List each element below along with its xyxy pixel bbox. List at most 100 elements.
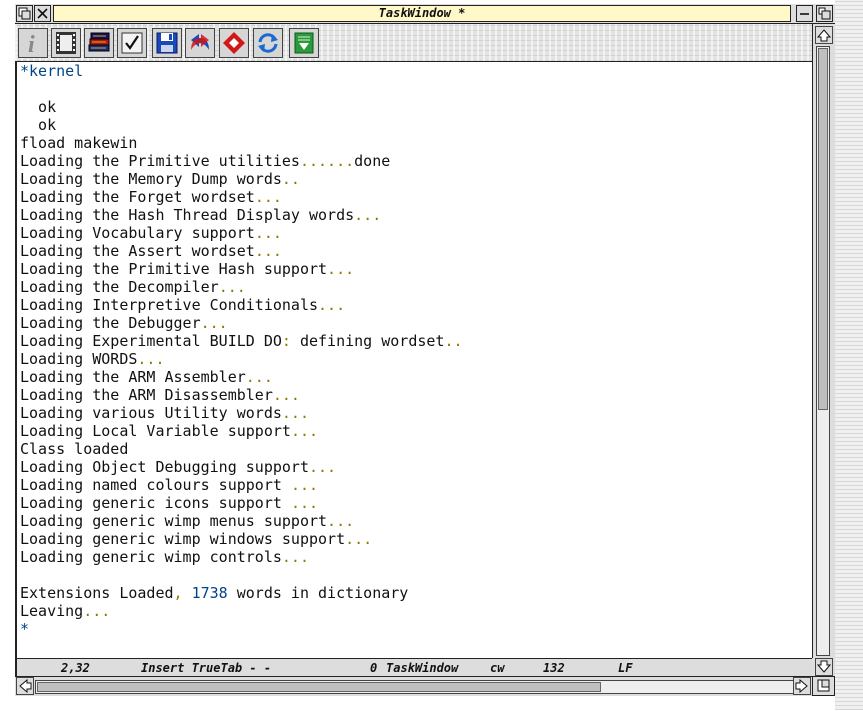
scroll-right-button[interactable] <box>793 677 811 695</box>
line-dots: ... <box>245 368 273 386</box>
save-button[interactable] <box>152 28 182 58</box>
books-icon <box>88 32 110 52</box>
check-button[interactable] <box>117 28 147 58</box>
film-icon <box>56 32 76 54</box>
arrow-up-icon <box>817 29 831 42</box>
line-text: *kernel <box>20 62 84 80</box>
line-dots: ... <box>345 530 373 548</box>
line-text: Extensions Loaded <box>20 584 174 602</box>
line-text: Leaving <box>20 602 84 620</box>
undo-arrow-icon <box>191 34 209 50</box>
arrow-left-icon <box>19 679 32 693</box>
line-text: Class loaded <box>20 440 129 458</box>
find-button[interactable] <box>219 28 249 58</box>
download-button[interactable] <box>289 28 319 58</box>
close-icon <box>37 8 48 19</box>
line-text: * <box>20 620 30 638</box>
undo-button[interactable] <box>185 28 215 58</box>
line-dots: ... <box>281 404 309 422</box>
output-line: fload makewin <box>20 134 463 152</box>
vertical-scrollbar[interactable] <box>812 24 835 676</box>
film-button[interactable] <box>51 28 81 58</box>
line-text: Loading the ARM Disassembler <box>20 386 273 404</box>
output-line: Loading the Hash Thread Display words... <box>20 206 463 224</box>
line-dots: ... <box>327 512 355 530</box>
output-line: Loading named colours support ... <box>20 476 463 494</box>
line-dots: ... <box>218 278 246 296</box>
line-dots: ... <box>318 296 346 314</box>
output-line: Loading Object Debugging support... <box>20 458 463 476</box>
line-dots: ... <box>290 422 319 440</box>
toggle-size-icon <box>818 7 831 20</box>
horizontal-scrollbar[interactable] <box>15 676 812 696</box>
output-line: Class loaded <box>20 440 463 458</box>
arrow-right-icon <box>795 679 808 693</box>
scroll-down-button[interactable] <box>815 658 833 676</box>
output-line: Loading Local Variable support... <box>20 422 463 440</box>
line-text: fload makewin <box>20 134 138 152</box>
back-button[interactable] <box>16 5 33 22</box>
line-text: Loading named colours support <box>20 476 291 494</box>
scroll-up-button[interactable] <box>815 26 833 44</box>
output-line: Loading Vocabulary support... <box>20 224 463 242</box>
line-text: Loading Local Variable support <box>20 422 291 440</box>
output-line: Loading the Decompiler... <box>20 278 463 296</box>
output-line: Loading Experimental BUILD DO: defining … <box>20 332 463 350</box>
line-text: Loading Object Debugging support <box>20 458 309 476</box>
line-text: Loading Experimental BUILD DO <box>20 332 282 350</box>
toggle-size-button[interactable] <box>816 5 833 22</box>
output-line: Loading generic icons support ... <box>20 494 463 512</box>
line-text: Loading generic wimp controls <box>20 548 282 566</box>
line-dots: ... <box>272 386 300 404</box>
output-line: Loading the Memory Dump words.. <box>20 170 463 188</box>
resize-handle[interactable] <box>812 676 835 696</box>
output-line: Loading the Debugger... <box>20 314 463 332</box>
line-text: Loading the Memory Dump words <box>20 170 282 188</box>
output-line: Loading the Assert wordset... <box>20 242 463 260</box>
line-dots2: .. <box>444 332 463 350</box>
download-icon <box>294 32 314 54</box>
output-line: Loading the ARM Disassembler... <box>20 386 463 404</box>
line-text: Loading the ARM Assembler <box>20 368 246 386</box>
info-button[interactable]: i <box>18 28 48 58</box>
toolbar: i <box>15 24 812 62</box>
line-text: Loading generic wimp menus support <box>20 512 328 530</box>
line-dots: : <box>281 332 291 350</box>
books-button[interactable] <box>84 28 114 58</box>
diamond-icon <box>223 32 245 54</box>
line-text: Loading the Primitive Hash support <box>20 260 328 278</box>
window-title[interactable]: TaskWindow * <box>53 5 791 22</box>
line-tail: defining wordset <box>290 332 445 350</box>
arrow-down-icon <box>817 660 831 673</box>
task-output-area[interactable]: *kernel ok ok fload makewin Loading the Pr… <box>15 62 812 658</box>
vertical-scroll-thumb[interactable] <box>818 48 828 410</box>
refresh-icon <box>258 33 278 53</box>
horizontal-scroll-thumb[interactable] <box>37 682 601 692</box>
horizontal-scroll-track[interactable] <box>35 680 805 694</box>
line-width: 132 <box>543 661 565 675</box>
wrap-mode: cw <box>490 661 505 675</box>
taskwindow: TaskWindow * i *kernel ok ok fload makew… <box>15 4 835 696</box>
refresh-button[interactable] <box>253 28 283 58</box>
status-count: 0 <box>370 661 378 675</box>
line-text: Loading various Utility words <box>20 404 282 422</box>
line-dots: ... <box>254 242 282 260</box>
vertical-scroll-track[interactable] <box>816 46 830 656</box>
iconise-button[interactable] <box>796 5 813 22</box>
cursor-position: 2,32 <box>61 661 90 675</box>
scroll-left-button[interactable] <box>16 677 34 695</box>
line-dots: ...... <box>299 152 355 170</box>
line-dots: ... <box>281 548 309 566</box>
output-line: Extensions Loaded, 1738 words in diction… <box>20 584 463 602</box>
title-bar[interactable]: TaskWindow * <box>15 4 835 24</box>
line-dots: ... <box>354 206 382 224</box>
line-dots: ... <box>200 314 228 332</box>
line-dots: , <box>173 584 183 602</box>
line-dots: ... <box>254 188 282 206</box>
close-button[interactable] <box>34 5 51 22</box>
line-dots: ... <box>308 458 337 476</box>
line-dots: ... <box>254 224 282 242</box>
line-text: Loading the Hash Thread Display words <box>20 206 355 224</box>
output-line: ok <box>20 116 463 134</box>
line-dots: ... <box>290 476 319 494</box>
